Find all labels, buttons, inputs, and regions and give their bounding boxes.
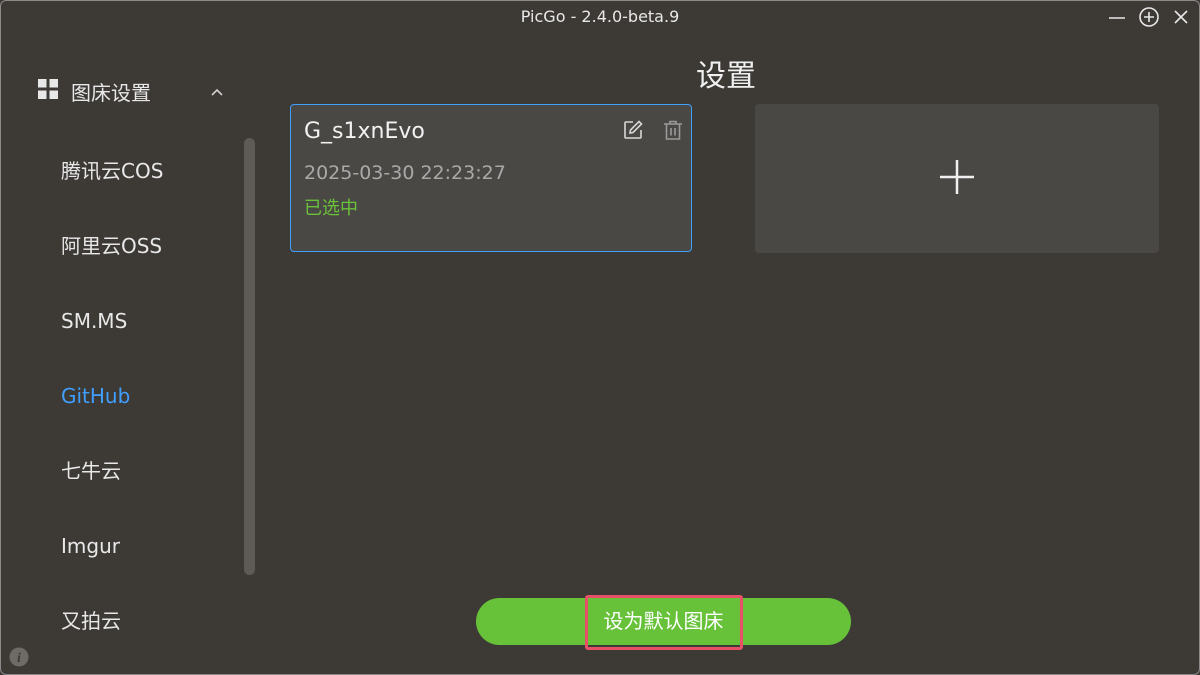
sidebar-item-aliyun-oss[interactable]: 阿里云OSS [61, 228, 162, 264]
picbed-settings-menu[interactable]: 图床设置 [37, 75, 237, 107]
sidebar: 图床设置 腾讯云COS 阿里云OSS SM.MS GitHub 七牛云 Imgu… [1, 33, 261, 674]
chevron-up-icon [209, 81, 225, 105]
grid-icon [37, 78, 59, 105]
set-default-picbed-button[interactable]: 设为默认图床 [476, 598, 851, 645]
config-name: G_s1xnEvo [304, 119, 425, 144]
menu-title: 图床设置 [71, 80, 151, 105]
close-icon[interactable] [1169, 5, 1193, 29]
sidebar-item-tencent-cos[interactable]: 腾讯云COS [61, 153, 163, 189]
plus-icon [937, 157, 977, 201]
title-bar: PicGo - 2.4.0-beta.9 [1, 1, 1199, 33]
set-default-label: 设为默认图床 [603, 609, 724, 633]
minimize-icon[interactable] [1105, 5, 1129, 29]
maximize-icon[interactable] [1137, 5, 1161, 29]
edit-icon[interactable] [622, 119, 644, 141]
sidebar-scrollbar[interactable] [244, 138, 255, 575]
trash-icon[interactable] [662, 119, 684, 141]
add-config-card[interactable] [755, 104, 1159, 253]
window-controls [1105, 5, 1193, 29]
selected-status: 已选中 [304, 198, 358, 219]
config-card[interactable]: G_s1xnEvo 2025-03-30 22:23:27 已选中 [290, 104, 692, 252]
sidebar-item-upyun[interactable]: 又拍云 [61, 603, 121, 639]
sidebar-item-imgur[interactable]: Imgur [61, 528, 120, 564]
app-window: PicGo - 2.4.0-beta.9 图床设置 腾讯云COS 阿里云OSS … [0, 0, 1200, 675]
sidebar-item-smms[interactable]: SM.MS [61, 303, 127, 339]
config-timestamp: 2025-03-30 22:23:27 [304, 162, 506, 184]
sidebar-item-github[interactable]: GitHub [61, 378, 130, 414]
info-icon[interactable]: i [9, 647, 29, 667]
window-title: PicGo - 2.4.0-beta.9 [520, 7, 680, 26]
svg-text:i: i [17, 651, 21, 666]
sidebar-item-qiniu[interactable]: 七牛云 [61, 453, 121, 489]
